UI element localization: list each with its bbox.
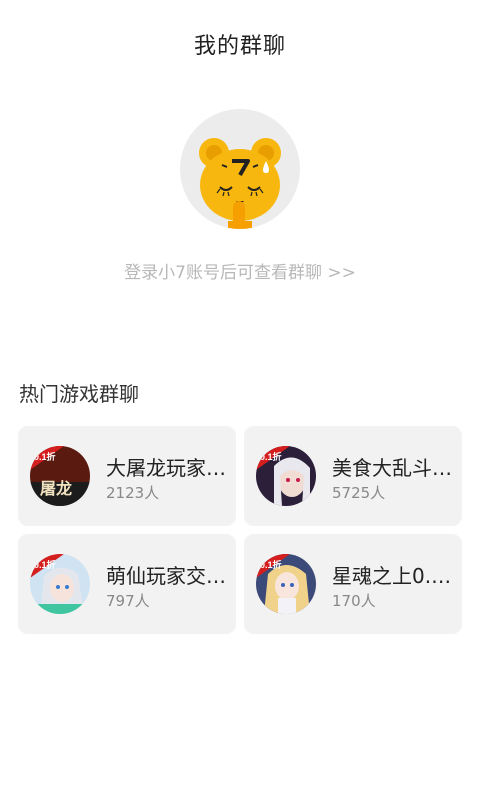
group-card-2[interactable]: 0.1折 美食大乱斗… 5725人 [244,426,462,526]
group-name: 星魂之上0.… [332,564,452,588]
member-count: 170人 [332,592,376,610]
badge-text: 0.1折 [260,451,282,462]
page-title: 我的群聊 [193,34,286,59]
member-count: 2123人 [106,484,160,502]
section-title-hot-games: 热门游戏群聊 [19,382,139,406]
group-card-4[interactable]: 0.1折 星魂之上0.… 170人 [244,534,462,634]
badge-text: 0.1折 [260,559,282,570]
badge-text: 0.1折 [34,559,56,570]
member-count: 797人 [106,592,150,610]
art-text: 屠龙 [40,479,72,498]
login-hint-link[interactable]: 登录小7账号后可查看群聊 >> [0,258,480,283]
game-avatar-anime-girl-dark-icon: 0.1折 [256,446,316,506]
tiger-mascot-icon [199,138,281,229]
member-count: 5725人 [332,484,386,502]
group-card-1[interactable]: 0.1折 屠龙 大屠龙玩家… 2123人 [18,426,236,526]
mascot-avatar[interactable] [180,109,300,229]
group-name: 大屠龙玩家… [106,456,226,480]
game-avatar-dragon-slayer-icon: 0.1折 屠龙 [30,446,90,506]
group-name: 萌仙玩家交… [106,564,226,588]
game-avatar-anime-girl-blonde-icon: 0.1折 [256,554,316,614]
group-name: 美食大乱斗… [332,456,452,480]
group-card-3[interactable]: 0.1折 萌仙玩家交… 797人 [18,534,236,634]
game-avatar-anime-girl-silver-icon: 0.1折 [30,554,90,614]
badge-text: 0.1折 [34,451,56,462]
